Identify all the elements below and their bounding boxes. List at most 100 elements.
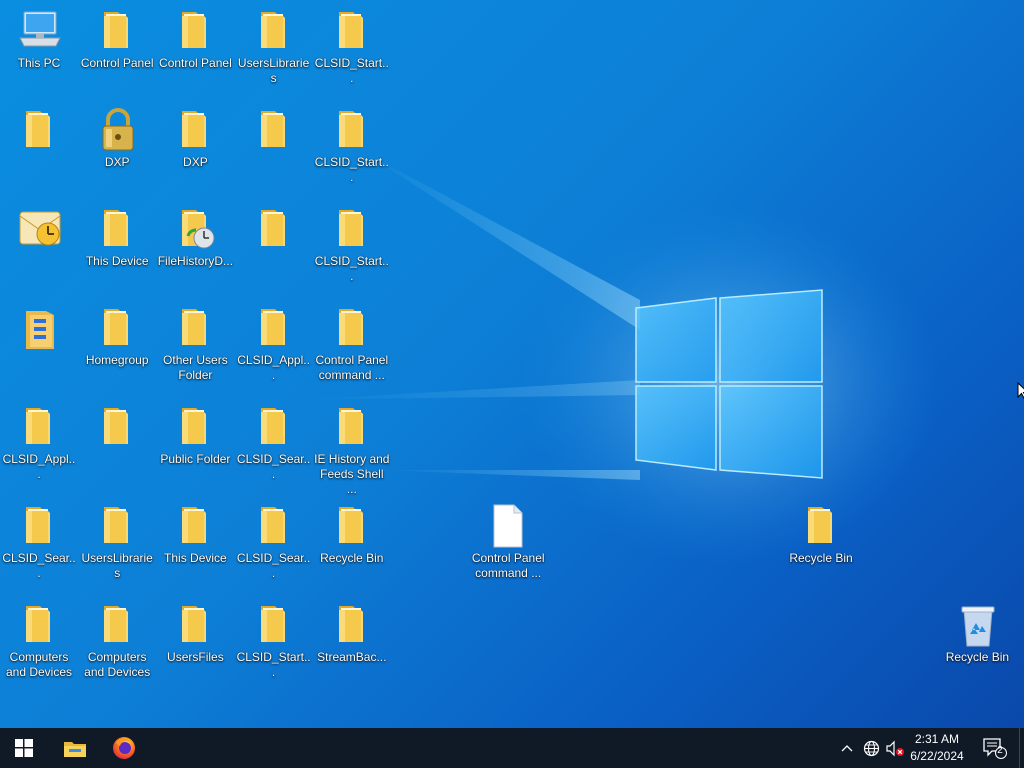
folder-icon (253, 503, 295, 547)
desktop-icon[interactable] (235, 101, 313, 197)
folder-icon (96, 305, 138, 349)
folder-icon (96, 602, 138, 646)
desktop-icon[interactable] (0, 101, 78, 197)
desktop-icon[interactable]: CLSID_Appl... (0, 398, 78, 494)
folder-icon (174, 305, 216, 349)
desktop-icon[interactable]: Control Panel command ... (469, 497, 547, 593)
desktop-icon[interactable]: UsersLibraries (235, 2, 313, 98)
folder-icon (253, 404, 295, 448)
recycle-bin-icon (956, 602, 998, 647)
desktop-icon-label: CLSID_Start... (236, 650, 311, 679)
desktop-icon[interactable] (0, 200, 78, 296)
desktop-icon[interactable]: DXP (78, 101, 156, 197)
folder-icon (800, 503, 842, 547)
desktop-icon[interactable]: Recycle Bin (782, 497, 860, 593)
desktop-icon[interactable]: Homegroup (78, 299, 156, 395)
desktop-icon-label: This PC (17, 56, 61, 70)
mouse-cursor-icon (1017, 382, 1024, 400)
folder-icon (331, 404, 373, 448)
desktop: This PC Control Panel Control Panel UsersLi… (0, 0, 1024, 728)
desktop-icon[interactable] (235, 200, 313, 296)
desktop-icon[interactable]: CLSID_Start... (313, 101, 391, 197)
desktop-icon-label: CLSID_Appl... (2, 452, 76, 481)
file-history-icon (174, 206, 216, 250)
network-globe-icon (863, 740, 879, 756)
desktop-icon-label: Control Panel (159, 56, 232, 70)
desktop-icon[interactable]: This Device (78, 200, 156, 296)
folder-icon (96, 503, 138, 547)
desktop-icon[interactable]: Recycle Bin (313, 497, 391, 593)
desktop-icon[interactable]: StreamBac... (313, 596, 391, 692)
lock-icon (96, 107, 138, 151)
desktop-icon[interactable]: Recycle Bin (938, 596, 1016, 692)
desktop-icon[interactable]: This Device (156, 497, 234, 593)
folder-icon (174, 404, 216, 448)
taskbar: 2:31 AM 6/22/2024 2 (0, 728, 1024, 768)
clock[interactable]: 2:31 AM 6/22/2024 (902, 731, 972, 765)
desktop-icon-label: Computers and Devices (5, 650, 73, 679)
desktop-icon-label: CLSID_Appl... (237, 353, 310, 382)
document-icon (487, 503, 529, 548)
notification-count-badge: 2 (997, 745, 1003, 756)
desktop-icon[interactable] (0, 299, 78, 395)
desktop-icon-label: Recycle Bin (945, 650, 1010, 664)
desktop-icon-label: UsersLibraries (237, 56, 310, 85)
folder-icon (253, 305, 295, 349)
taskbar-file-explorer-button[interactable] (51, 728, 99, 768)
desktop-icon[interactable]: CLSID_Start... (235, 596, 313, 692)
desktop-icon[interactable]: Control Panel command ... (313, 299, 391, 395)
desktop-icon-label: DXP (104, 155, 130, 169)
desktop-icon-label: Other Users Folder (163, 353, 228, 382)
desktop-icon-label: UsersLibraries (81, 551, 153, 580)
show-desktop-button[interactable] (1019, 728, 1024, 768)
desktop-icon-label: FileHistoryD... (157, 254, 234, 268)
desktop-icon[interactable]: Computers and Devices (78, 596, 156, 692)
desktop-icon-label: CLSID_Sear... (236, 452, 311, 481)
desktop-icon-label: Recycle Bin (789, 551, 853, 565)
desktop-icon[interactable]: Control Panel (78, 2, 156, 98)
folder-icon (331, 503, 373, 547)
desktop-icon-label: Homegroup (85, 353, 149, 367)
desktop-icon[interactable]: CLSID_Sear... (235, 497, 313, 593)
desktop-icon[interactable]: UsersFiles (156, 596, 234, 692)
desktop-icon[interactable]: CLSID_Start... (313, 200, 391, 296)
clock-date: 6/22/2024 (910, 749, 964, 763)
desktop-icon[interactable]: FileHistoryD... (156, 200, 234, 296)
chevron-up-icon (841, 745, 853, 752)
folder-icon (96, 206, 138, 250)
folder-icon (331, 206, 373, 250)
desktop-icon[interactable]: CLSID_Appl... (235, 299, 313, 395)
computer-icon (18, 8, 61, 52)
desktop-icon[interactable]: Computers and Devices (0, 596, 78, 692)
show-hidden-icons-button[interactable] (838, 728, 856, 768)
folder-icon (174, 8, 216, 52)
folder-icon (18, 107, 60, 151)
desktop-icon[interactable]: UsersLibraries (78, 497, 156, 593)
start-button[interactable] (0, 728, 48, 768)
taskbar-firefox-button[interactable] (100, 728, 148, 768)
desktop-icon-label: This Device (85, 254, 149, 268)
desktop-icon-label: Recycle Bin (320, 551, 384, 565)
folder-icon (253, 107, 295, 151)
clock-time: 2:31 AM (914, 732, 960, 746)
action-center-button[interactable]: 2 (976, 728, 1012, 768)
desktop-icon[interactable]: Control Panel (156, 2, 234, 98)
desktop-icon[interactable]: CLSID_Start... (313, 2, 391, 98)
desktop-icon-label: CLSID_Sear... (2, 551, 76, 580)
desktop-icon[interactable]: IE History and Feeds Shell ... (313, 398, 391, 496)
desktop-icon-label: UsersFiles (167, 650, 224, 664)
folder-icon (331, 8, 373, 52)
desktop-icon-label: Control Panel (80, 56, 154, 70)
desktop-icon-label: This Device (164, 551, 227, 565)
desktop-icon[interactable]: Public Folder (156, 398, 234, 494)
desktop-icon[interactable]: CLSID_Sear... (0, 497, 78, 593)
folder-icon (253, 206, 295, 250)
libraries-icon (18, 305, 60, 349)
desktop-icon[interactable]: Other Users Folder (156, 299, 234, 395)
desktop-icon[interactable]: DXP (156, 101, 234, 197)
desktop-icon-label: Control Panel command ... (471, 551, 545, 580)
desktop-icon[interactable]: This PC (0, 2, 78, 98)
desktop-icon[interactable] (78, 398, 156, 494)
desktop-icon[interactable]: CLSID_Sear... (235, 398, 313, 494)
network-button[interactable] (860, 728, 882, 768)
